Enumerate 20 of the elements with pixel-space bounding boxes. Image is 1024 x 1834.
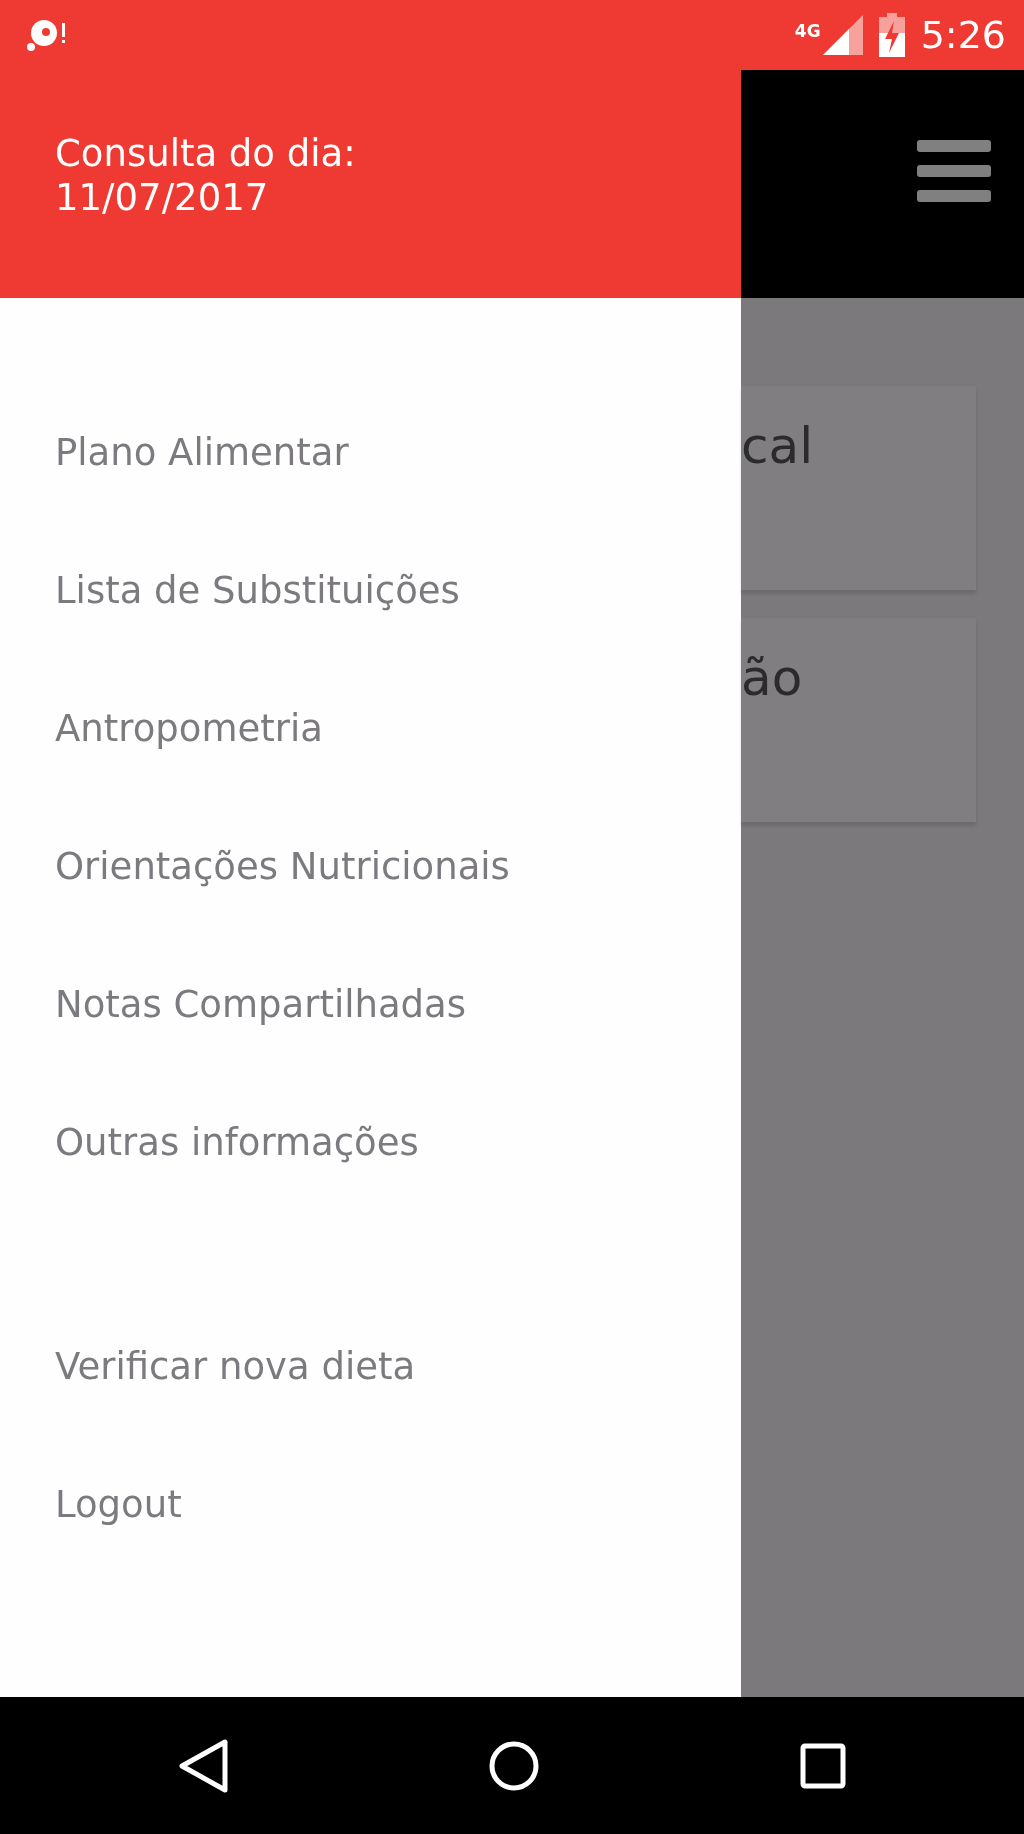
card-title: ão (741, 649, 803, 707)
card-title: cal (741, 417, 814, 475)
drawer-menu-item[interactable]: Outras informações (0, 1074, 419, 1212)
drawer-menu-item[interactable]: Antropometria (0, 660, 323, 798)
header-title: Consulta do dia: (55, 132, 357, 177)
menu-icon[interactable] (917, 140, 991, 202)
consultation-date: 11/07/2017 (55, 176, 270, 221)
drawer-menu-item[interactable]: Logout (0, 1436, 182, 1574)
recent-apps-icon[interactable] (798, 1741, 847, 1790)
drawer-menu-item[interactable]: Lista de Substituições (0, 522, 460, 660)
home-icon[interactable] (488, 1739, 540, 1792)
clock: 5:26 (920, 11, 1006, 59)
network-type: 4G (794, 22, 821, 40)
battery-icon (878, 13, 905, 57)
drawer-menu-item[interactable]: Orientações Nutricionais (0, 798, 510, 936)
drawer-menu-item[interactable]: Notas Compartilhadas (0, 936, 467, 1074)
back-icon[interactable] (177, 1737, 230, 1794)
drawer-menu-item[interactable]: Plano Alimentar (0, 384, 349, 522)
drawer-menu-item[interactable]: Verificar nova dieta (0, 1298, 416, 1436)
signal-icon (822, 15, 863, 55)
